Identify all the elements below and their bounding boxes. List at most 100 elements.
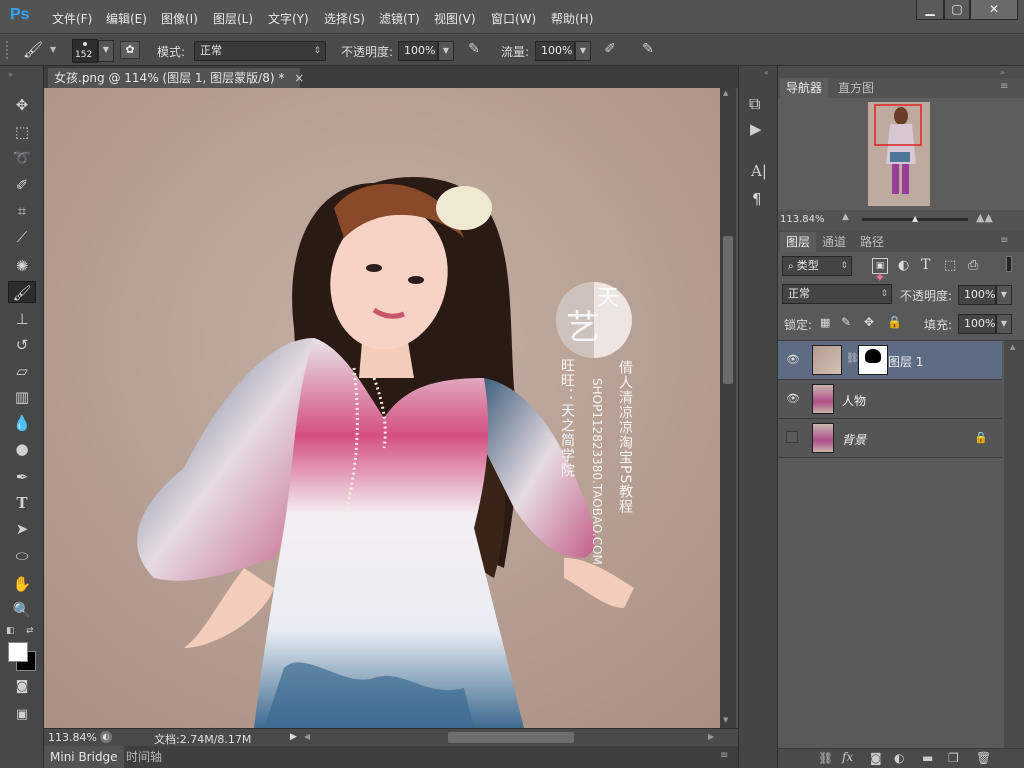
layer-opacity-input[interactable]: 100% (958, 285, 996, 305)
history-panel-icon[interactable]: ⧉ (749, 94, 760, 114)
fill-input[interactable]: 100% (958, 314, 996, 334)
opacity-dropdown[interactable]: ▼ (438, 41, 454, 61)
zoom-tool-icon[interactable]: 🔍 (8, 599, 36, 621)
zoom-in-icon[interactable]: ▲▲ (976, 211, 993, 224)
lock-position-icon[interactable]: ✥ (864, 315, 874, 329)
new-group-icon[interactable]: ▬ (922, 751, 933, 765)
pressure-size-icon[interactable]: ✎ (638, 41, 658, 61)
crop-tool-icon[interactable]: ⌗ (8, 200, 36, 222)
vertical-scroll-thumb[interactable] (723, 236, 733, 384)
type-tool-icon[interactable]: T (8, 492, 36, 514)
collapse-panels-icon[interactable]: » (1000, 68, 1005, 77)
brush-preset-picker[interactable]: 152 (72, 39, 98, 63)
paragraph-panel-icon[interactable]: ¶ (752, 190, 762, 208)
adjustment-layer-icon[interactable]: ◐ (894, 751, 904, 765)
tab-mini-bridge[interactable]: Mini Bridge (44, 746, 124, 768)
bottom-panel-menu-icon[interactable]: ≡ (720, 750, 728, 761)
ellipse-tool-icon[interactable]: ⬭ (8, 545, 36, 567)
airbrush-icon[interactable]: ✐ (600, 41, 620, 61)
lock-all-icon[interactable]: 🔒 (887, 315, 902, 329)
filter-type-layer-icon[interactable]: T (921, 257, 930, 273)
menu-filter[interactable]: 滤镜(T) (379, 10, 420, 27)
close-window-button[interactable]: ✕ (970, 0, 1018, 20)
move-tool-icon[interactable]: ✥ (8, 94, 36, 116)
filter-shape-layer-icon[interactable]: ⬚ (944, 258, 956, 273)
default-colors-icon[interactable]: ◧ (6, 626, 15, 636)
layer-filter-kind-select[interactable]: ⌕ 类型 ⇕ (782, 256, 852, 276)
status-menu-arrow-icon[interactable]: ▶ (290, 732, 297, 742)
layer1-visibility-eye-icon[interactable]: 👁 (786, 353, 800, 367)
gradient-tool-icon[interactable]: ▥ (8, 386, 36, 408)
delete-layer-icon[interactable]: 🗑 (976, 751, 991, 765)
screen-mode-icon[interactable]: ▣ (8, 704, 36, 726)
fill-dropdown[interactable]: ▼ (996, 314, 1012, 334)
scroll-left-icon[interactable]: ◀ (304, 732, 310, 741)
vertical-scrollbar[interactable]: ▲ ▼ (720, 88, 736, 728)
layers-menu-icon[interactable]: ≡ (1000, 235, 1008, 246)
lock-transparent-icon[interactable]: ▦ (820, 316, 830, 329)
menu-help[interactable]: 帮助(H) (551, 10, 593, 27)
tab-navigator[interactable]: 导航器 (780, 78, 829, 98)
brush-preset-dropdown[interactable]: ▼ (98, 40, 114, 62)
marquee-tool-icon[interactable]: ⬚ (8, 121, 36, 143)
pressure-opacity-icon[interactable]: ✎ (464, 41, 484, 61)
person-layer-name[interactable]: 人物 (842, 392, 866, 409)
expand-dock-icon[interactable]: « (764, 68, 769, 77)
layer-opacity-dropdown[interactable]: ▼ (996, 285, 1012, 305)
history-brush-tool-icon[interactable]: ↺ (8, 334, 36, 356)
brush-panel-toggle-icon[interactable]: ✿ (120, 41, 140, 59)
tab-layers[interactable]: 图层 (780, 232, 817, 252)
collapse-tools-icon[interactable]: » (8, 70, 13, 79)
clone-stamp-tool-icon[interactable]: ⊥ (8, 308, 36, 330)
background-visibility-box[interactable] (786, 431, 798, 443)
hand-tool-icon[interactable]: ✋ (8, 573, 36, 595)
flow-input[interactable]: 100% (535, 41, 575, 61)
scroll-up-icon[interactable]: ▲ (723, 89, 728, 97)
layers-scrollbar[interactable]: ▲ (1004, 341, 1024, 768)
menu-type[interactable]: 文字(Y) (268, 10, 309, 27)
filter-adjustment-layer-icon[interactable]: ◐ (898, 258, 909, 273)
lock-pixels-icon[interactable]: ✎ (841, 315, 851, 329)
document-tab[interactable]: 女孩.png @ 114% (图层 1, 图层蒙版/8) * × (48, 68, 304, 88)
dodge-tool-icon[interactable]: ● (8, 438, 36, 460)
layers-scroll-up-icon[interactable]: ▲ (1010, 343, 1015, 351)
layer1-mask-link-icon[interactable]: ⛓ (846, 353, 859, 364)
close-document-icon[interactable]: × (294, 71, 304, 85)
opacity-input[interactable]: 100% (398, 41, 438, 61)
navigator-menu-icon[interactable]: ≡ (1000, 81, 1008, 92)
lasso-tool-icon[interactable]: ➰ (8, 147, 36, 169)
swap-colors-icon[interactable]: ⇄ (26, 626, 34, 636)
layer-row-layer1[interactable]: 👁 ⛓ 图层 1 (778, 341, 1002, 380)
quick-select-tool-icon[interactable]: ✐ (8, 174, 36, 196)
tab-timeline[interactable]: 时间轴 (124, 746, 164, 768)
status-info-icon[interactable]: ◐ (100, 731, 112, 743)
canvas[interactable]: 艺 天 旺旺：天之简学院 SHOP112823380.TAOBAO.COM 倩人… (44, 88, 720, 728)
quick-mask-icon[interactable]: ◙ (8, 676, 36, 698)
menu-file[interactable]: 文件(F) (52, 10, 92, 27)
brush-tool-icon[interactable]: 🖌 (22, 40, 44, 60)
scroll-right-icon[interactable]: ▶ (708, 732, 714, 741)
brush-tool-icon-active[interactable]: 🖌 (8, 281, 36, 303)
filter-smart-object-icon[interactable]: ⎙ (968, 258, 978, 273)
eraser-tool-icon[interactable]: ▱ (8, 360, 36, 382)
mode-select[interactable]: 正常 ⇕ (194, 41, 326, 61)
add-mask-icon[interactable]: ◙ (870, 751, 882, 765)
layer-row-person[interactable]: 👁 人物 (778, 380, 1002, 419)
layer1-name[interactable]: 图层 1 (888, 353, 923, 370)
layer1-mask-thumbnail[interactable] (858, 345, 888, 375)
path-selection-tool-icon[interactable]: ➤ (8, 518, 36, 540)
background-layer-name[interactable]: 背景 (842, 431, 866, 448)
restore-button[interactable]: ▢ (944, 0, 970, 20)
menu-window[interactable]: 窗口(W) (491, 10, 536, 27)
layer-row-background[interactable]: 背景 🔒 (778, 419, 1002, 458)
person-visibility-eye-icon[interactable]: 👁 (786, 392, 800, 406)
zoom-out-icon[interactable]: ▲ (842, 212, 849, 222)
blur-tool-icon[interactable]: 💧 (8, 412, 36, 434)
link-layers-icon[interactable]: ⛓ (818, 751, 833, 765)
pen-tool-icon[interactable]: ✒ (8, 466, 36, 488)
horizontal-scroll-thumb[interactable] (448, 732, 574, 743)
zoom-slider-thumb[interactable]: ▲ (912, 214, 920, 223)
blend-mode-select[interactable]: 正常 ⇕ (782, 284, 892, 304)
flow-dropdown[interactable]: ▼ (575, 41, 591, 61)
foreground-color-swatch[interactable] (8, 642, 28, 662)
